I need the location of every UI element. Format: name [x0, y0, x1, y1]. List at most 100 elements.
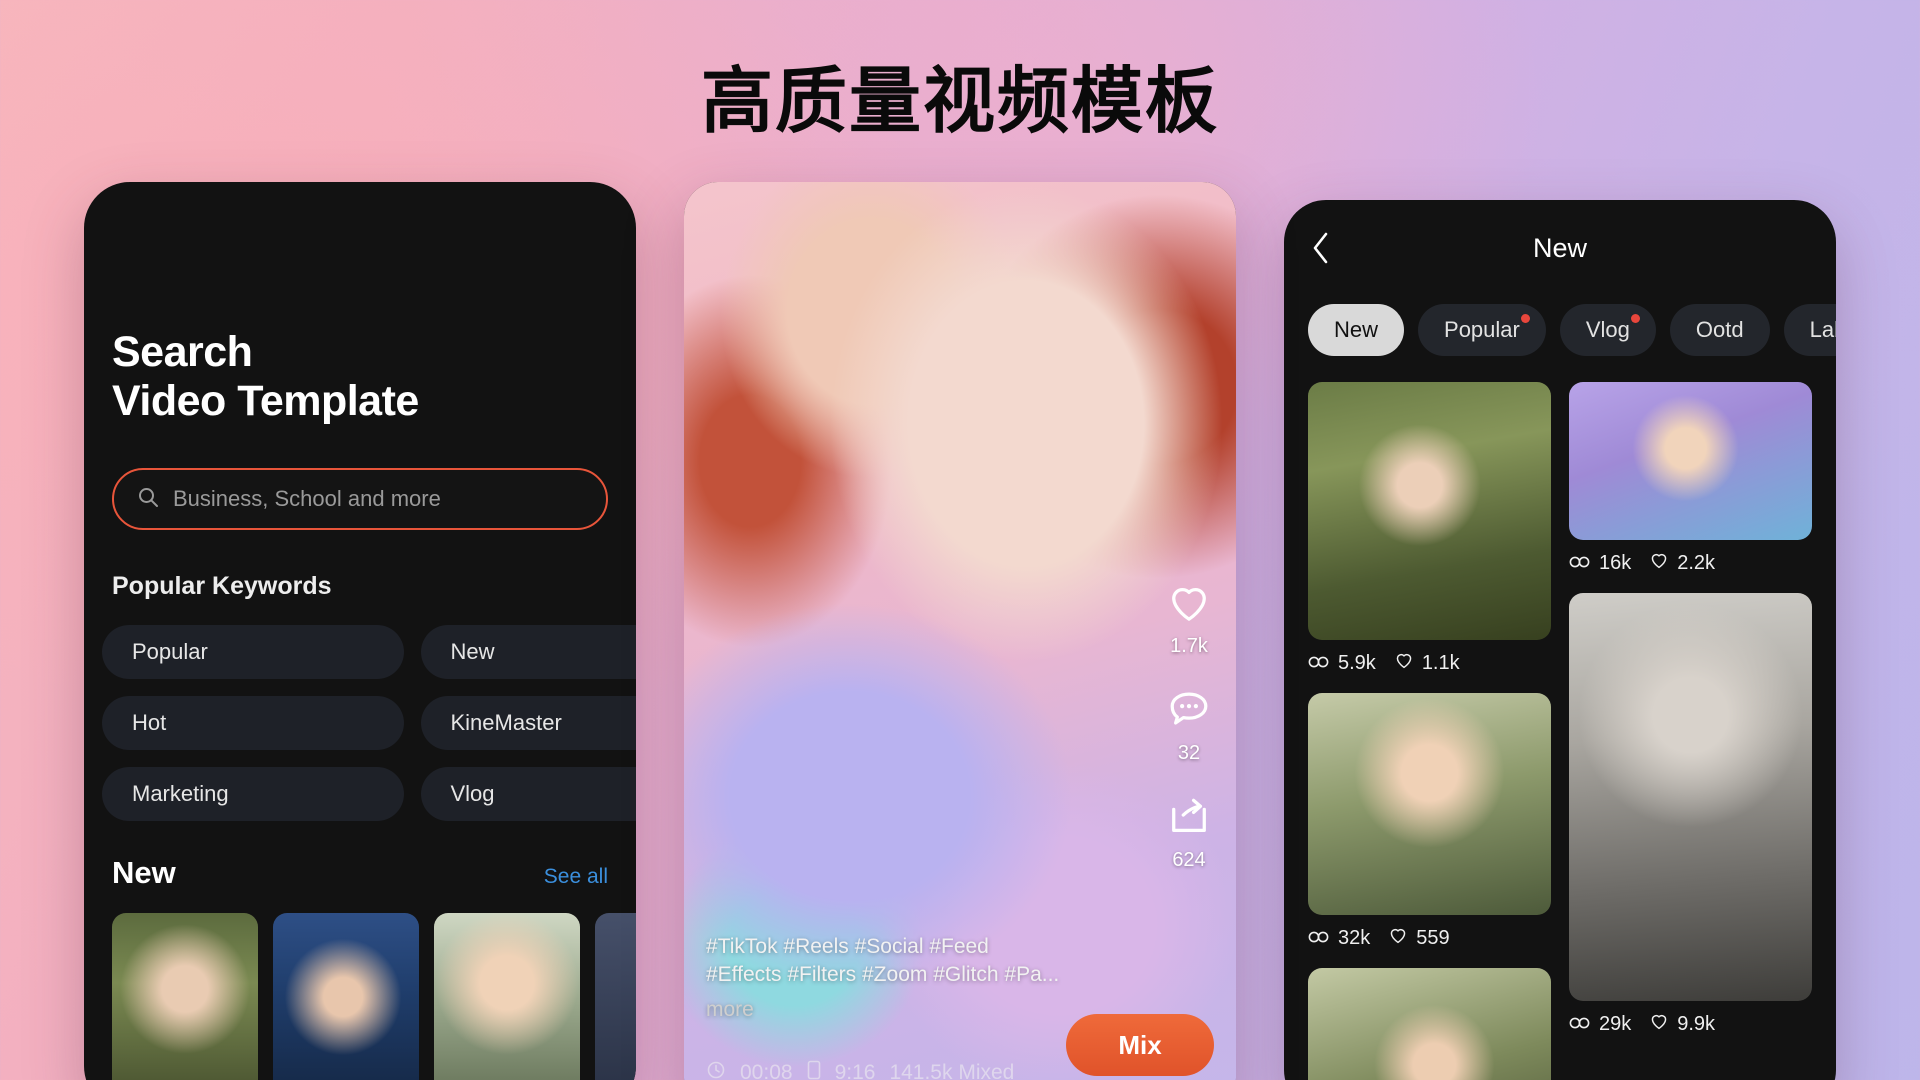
keyword-chip-label: Popular	[132, 639, 208, 665]
mix-count: 32k	[1338, 926, 1371, 949]
keyword-chip[interactable]: Marketing	[102, 767, 404, 822]
loop-icon	[1569, 1013, 1591, 1036]
category-header: New	[1284, 200, 1836, 296]
comment-button[interactable]: 32	[1166, 688, 1212, 765]
search-heading: Search Video Template	[112, 328, 608, 426]
loop-icon	[1308, 652, 1330, 675]
comment-count: 32	[1177, 742, 1201, 764]
template-stats: 29k 9.9k	[1569, 1012, 1812, 1036]
keyword-chip[interactable]: KineMaster	[420, 696, 636, 751]
keyword-chip[interactable]: Vlog	[420, 767, 636, 822]
like-count: 9.9k	[1677, 1012, 1716, 1035]
tab-vlog[interactable]: Vlog	[1559, 304, 1656, 356]
template-stats: 32k 559	[1308, 926, 1551, 950]
clock-icon	[706, 1060, 726, 1080]
like-stat: 9.9k	[1649, 1012, 1715, 1036]
search-heading-line2: Video Template	[112, 377, 419, 426]
popular-keywords-title: Popular Keywords	[112, 572, 332, 601]
chevron-left-icon[interactable]	[1308, 228, 1334, 273]
tab-popular[interactable]: Popular	[1418, 304, 1546, 356]
mix-button[interactable]: Mix	[1066, 1014, 1214, 1076]
heart-outline-icon	[1649, 1012, 1669, 1036]
tab-new[interactable]: New	[1308, 304, 1405, 356]
left-phone-mockup: Search Video Template Popular Keywords P…	[84, 182, 636, 1080]
keyword-chip[interactable]: New	[420, 625, 636, 680]
template-card[interactable]	[1308, 968, 1551, 1080]
keyword-chip[interactable]: Hot	[102, 696, 404, 751]
mixed-count: 141.5k Mixed	[889, 1061, 1015, 1080]
template-thumbnail[interactable]	[434, 913, 580, 1080]
template-thumbnail[interactable]	[273, 913, 419, 1080]
tab-label: Popular	[1444, 317, 1520, 342]
keyword-chip-label: KineMaster	[450, 710, 562, 736]
heart-outline-icon	[1388, 926, 1408, 950]
middle-phone-mockup: 1.7k 32 624 #TikTok #Reels #Social #Feed…	[684, 182, 1236, 1080]
comment-icon	[1166, 688, 1212, 735]
share-count: 624	[1172, 849, 1206, 871]
template-thumbnail[interactable]	[595, 913, 636, 1080]
template-thumbnail[interactable]	[1308, 968, 1551, 1080]
keyword-chip-label: Hot	[132, 710, 167, 736]
right-phone-mockup: New New Popular Vlog Ootd Lab	[1284, 200, 1836, 1080]
tab-label: New	[1334, 317, 1379, 342]
popular-keywords-grid: Popular New Hot KineMaster Marketing Vlo…	[102, 625, 636, 822]
template-masonry-grid: 5.9k 1.1k 32k 559 16k 2.2k 29k 9.9k	[1284, 356, 1836, 1080]
keyword-chip-label: Vlog	[450, 781, 495, 807]
like-stat: 2.2k	[1649, 551, 1715, 575]
tab-label: Ootd	[1695, 317, 1744, 342]
like-count: 1.1k	[1421, 651, 1460, 674]
search-box[interactable]	[112, 468, 608, 531]
keyword-chip[interactable]: Popular	[102, 625, 404, 680]
new-templates-row	[112, 913, 636, 1080]
template-metadata: 00:08 9:16 141.5k Mixed	[706, 1060, 1014, 1080]
heart-icon	[1166, 581, 1212, 628]
tab-ootd[interactable]: Ootd	[1669, 304, 1770, 356]
mix-stat: 16k	[1569, 552, 1631, 575]
like-count: 1.7k	[1170, 635, 1208, 657]
like-count: 2.2k	[1677, 551, 1716, 574]
aspect-ratio-value: 9:16	[834, 1061, 876, 1080]
template-stats: 5.9k 1.1k	[1308, 651, 1551, 675]
phone-icon	[807, 1060, 821, 1080]
share-button[interactable]: 624	[1166, 795, 1212, 872]
duration-value: 00:08	[740, 1061, 793, 1080]
caption-line-2: #Effects #Filters #Zoom #Glitch #Pa...	[706, 963, 1060, 987]
tab-label: Lab	[1809, 317, 1836, 342]
template-thumbnail[interactable]	[1569, 593, 1812, 1001]
tab-label: Vlog	[1585, 317, 1630, 342]
template-card[interactable]: 32k 559	[1308, 693, 1551, 950]
loop-icon	[1569, 552, 1591, 575]
template-thumbnail[interactable]	[112, 913, 258, 1080]
template-thumbnail[interactable]	[1569, 382, 1812, 540]
template-card[interactable]: 5.9k 1.1k	[1308, 382, 1551, 675]
template-card[interactable]: 16k 2.2k	[1569, 382, 1812, 575]
mix-stat: 29k	[1569, 1013, 1631, 1036]
category-tabs: New Popular Vlog Ootd Lab	[1284, 304, 1836, 356]
tab-lab[interactable]: Lab	[1783, 304, 1836, 356]
template-caption: #TikTok #Reels #Social #Feed #Effects #F…	[706, 933, 1086, 1024]
template-card[interactable]: 29k 9.9k	[1569, 593, 1812, 1036]
new-section-header: New See all	[112, 855, 608, 891]
mix-stat: 5.9k	[1308, 652, 1376, 675]
search-input[interactable]	[173, 486, 584, 513]
loop-icon	[1308, 927, 1330, 950]
mix-count: 16k	[1599, 551, 1632, 574]
mix-count: 5.9k	[1338, 651, 1376, 674]
category-title: New	[1532, 232, 1587, 263]
engagement-rail: 1.7k 32 624	[1166, 581, 1212, 872]
caption-line-1: #TikTok #Reels #Social #Feed	[706, 934, 989, 958]
heart-outline-icon	[1649, 551, 1669, 575]
caption-more-link[interactable]: more	[706, 996, 1086, 1024]
page-title: 高质量视频模板	[700, 62, 1219, 142]
template-stats: 16k 2.2k	[1569, 551, 1812, 575]
masonry-column-right: 16k 2.2k 29k 9.9k	[1569, 382, 1812, 1080]
tab-badge-dot	[1630, 314, 1640, 323]
like-stat: 559	[1388, 926, 1450, 950]
tab-badge-dot	[1520, 314, 1530, 323]
keyword-chip-label: New	[450, 639, 495, 665]
keyword-chip-label: Marketing	[132, 781, 229, 807]
like-button[interactable]: 1.7k	[1166, 581, 1212, 658]
template-thumbnail[interactable]	[1308, 382, 1551, 640]
template-thumbnail[interactable]	[1308, 693, 1551, 915]
see-all-link[interactable]: See all	[544, 865, 608, 889]
